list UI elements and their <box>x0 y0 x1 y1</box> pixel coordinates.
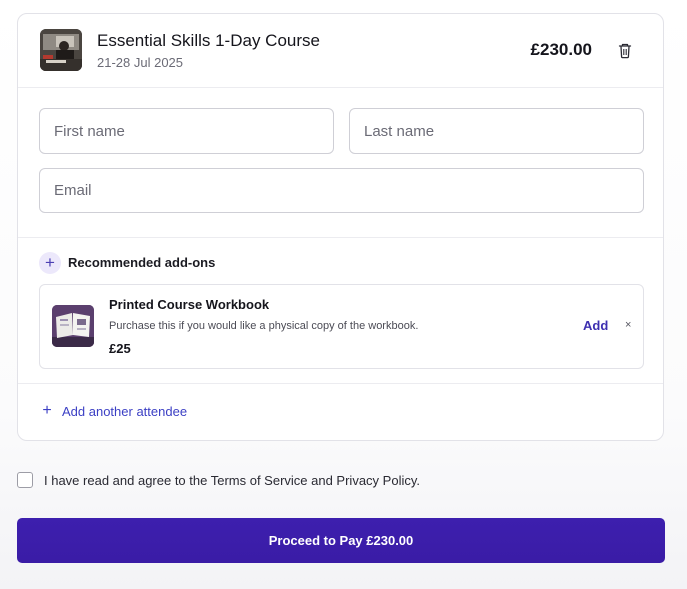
proceed-to-pay-button[interactable]: Proceed to Pay £230.00 <box>17 518 665 563</box>
last-name-input[interactable] <box>349 108 644 154</box>
remove-course-button[interactable] <box>616 42 634 60</box>
add-attendee-label: Add another attendee <box>62 403 188 419</box>
course-dates: 21-28 Jul 2025 <box>97 55 184 70</box>
workbook-thumbnail <box>52 305 94 347</box>
email-input[interactable] <box>39 168 644 213</box>
addons-heading: Recommended add-ons <box>68 255 216 270</box>
addon-item: Printed Course Workbook Purchase this if… <box>39 284 644 369</box>
section-divider <box>18 383 663 384</box>
terms-label: I have read and agree to the Terms of Se… <box>44 473 420 488</box>
trash-icon <box>618 43 632 59</box>
section-divider <box>18 237 663 238</box>
dismiss-addon-button[interactable]: × <box>625 319 631 331</box>
add-attendee-button[interactable]: + Add another attendee <box>39 403 187 419</box>
addon-description: Purchase this if you would like a physic… <box>109 320 419 332</box>
plus-icon: + <box>39 252 61 274</box>
add-addon-button[interactable]: Add <box>583 318 608 333</box>
course-header: Essential Skills 1-Day Course 21-28 Jul … <box>18 14 663 88</box>
course-thumbnail <box>40 29 82 71</box>
addon-price: £25 <box>109 341 131 356</box>
course-title: Essential Skills 1-Day Course <box>97 31 320 50</box>
plus-icon: + <box>42 402 52 419</box>
booking-card: Essential Skills 1-Day Course 21-28 Jul … <box>17 13 664 441</box>
addon-title: Printed Course Workbook <box>109 297 270 312</box>
terms-checkbox[interactable] <box>17 472 33 488</box>
first-name-input[interactable] <box>39 108 334 154</box>
course-price: £230.00 <box>530 40 592 59</box>
